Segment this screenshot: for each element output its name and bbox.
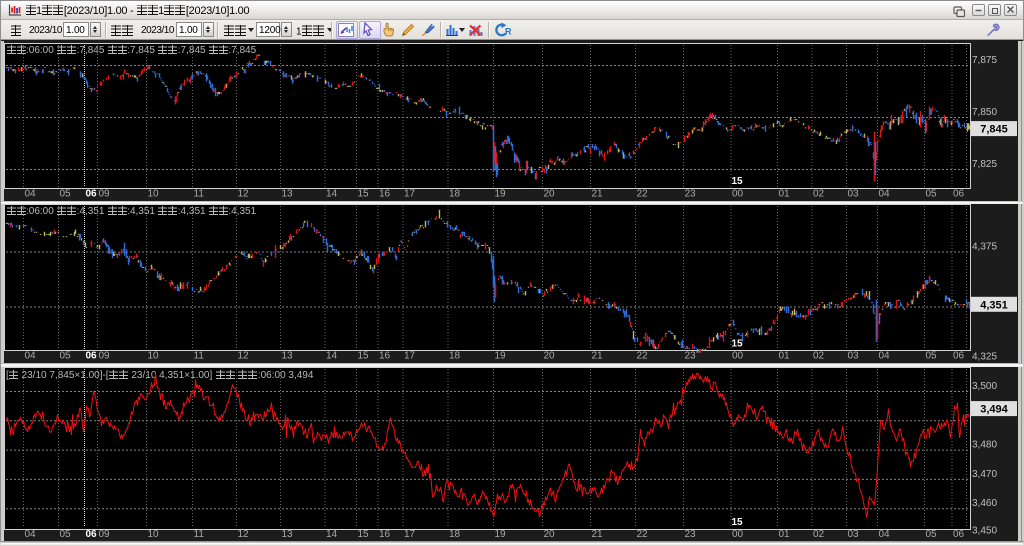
svg-text:02: 02 — [813, 529, 825, 540]
svg-text:01: 01 — [779, 351, 791, 362]
svg-text:04: 04 — [879, 189, 891, 200]
svg-text:19: 19 — [495, 351, 507, 362]
svg-text:20: 20 — [544, 351, 556, 362]
svg-text:16: 16 — [379, 351, 391, 362]
svg-text:05: 05 — [60, 529, 72, 540]
svg-text:05: 05 — [926, 189, 938, 200]
svg-text:04: 04 — [25, 529, 37, 540]
svg-text:11: 11 — [194, 529, 205, 540]
svg-text:23: 23 — [685, 529, 697, 540]
svg-text:01: 01 — [779, 189, 791, 200]
svg-text:3,500: 3,500 — [972, 381, 997, 392]
svg-text:7,875: 7,875 — [972, 55, 997, 66]
svg-text:14: 14 — [326, 189, 338, 200]
svg-text:04: 04 — [879, 529, 891, 540]
svg-text:02: 02 — [813, 351, 825, 362]
svg-text:15: 15 — [732, 176, 744, 187]
svg-text:13: 13 — [282, 351, 294, 362]
svg-text:20: 20 — [544, 529, 556, 540]
svg-text:3,450: 3,450 — [972, 526, 997, 537]
svg-text:19: 19 — [495, 189, 507, 200]
svg-text:13: 13 — [282, 529, 294, 540]
svg-text:4,325: 4,325 — [972, 352, 997, 363]
svg-text:06: 06 — [86, 529, 98, 540]
svg-text:19: 19 — [495, 529, 507, 540]
svg-text:22: 22 — [637, 529, 649, 540]
svg-text:15: 15 — [732, 517, 744, 528]
svg-text:11: 11 — [194, 351, 205, 362]
svg-text:10: 10 — [148, 529, 160, 540]
svg-text:21: 21 — [592, 189, 604, 200]
svg-text:3,480: 3,480 — [972, 440, 997, 451]
svg-text:09: 09 — [99, 529, 111, 540]
svg-text:15: 15 — [732, 339, 744, 350]
svg-text:05: 05 — [926, 351, 938, 362]
svg-text:06: 06 — [86, 189, 98, 200]
svg-text:3,460: 3,460 — [972, 498, 997, 509]
svg-text:12: 12 — [238, 189, 250, 200]
svg-text:05: 05 — [60, 351, 72, 362]
svg-text:00: 00 — [732, 529, 744, 540]
svg-text:18: 18 — [449, 189, 461, 200]
svg-text:17: 17 — [404, 351, 416, 362]
svg-text:7,825: 7,825 — [972, 159, 997, 170]
svg-text:03: 03 — [848, 351, 860, 362]
svg-text:21: 21 — [592, 351, 604, 362]
svg-text:16: 16 — [379, 529, 391, 540]
svg-text:10: 10 — [148, 351, 160, 362]
svg-text:21: 21 — [592, 529, 604, 540]
svg-text:13: 13 — [282, 189, 294, 200]
svg-text:15: 15 — [358, 189, 370, 200]
svg-text:18: 18 — [449, 351, 461, 362]
svg-text:18: 18 — [449, 529, 461, 540]
svg-text:03: 03 — [848, 529, 860, 540]
svg-text:3,494: 3,494 — [980, 404, 1008, 416]
svg-text:3,470: 3,470 — [972, 469, 997, 480]
svg-text:06: 06 — [953, 529, 965, 540]
svg-text:14: 14 — [326, 529, 338, 540]
svg-text:01: 01 — [779, 529, 791, 540]
svg-text:4,375: 4,375 — [972, 242, 997, 253]
svg-text:10: 10 — [148, 189, 160, 200]
svg-text:04: 04 — [25, 351, 37, 362]
svg-text:12: 12 — [238, 351, 250, 362]
svg-text:06: 06 — [953, 189, 965, 200]
svg-text:02: 02 — [813, 189, 825, 200]
svg-text:23: 23 — [685, 189, 697, 200]
svg-text:20: 20 — [544, 189, 556, 200]
svg-text:22: 22 — [637, 189, 649, 200]
svg-text:05: 05 — [60, 189, 72, 200]
svg-text:14: 14 — [326, 351, 338, 362]
svg-text:00: 00 — [732, 189, 744, 200]
svg-text:22: 22 — [637, 351, 649, 362]
svg-text:15: 15 — [358, 351, 370, 362]
svg-text:7,850: 7,850 — [972, 107, 997, 118]
svg-text:17: 17 — [404, 189, 416, 200]
svg-text:04: 04 — [879, 351, 891, 362]
svg-text:15: 15 — [358, 529, 370, 540]
svg-text:03: 03 — [848, 189, 860, 200]
svg-text:04: 04 — [25, 189, 37, 200]
svg-text:11: 11 — [194, 189, 205, 200]
svg-text:06: 06 — [86, 351, 98, 362]
svg-text:09: 09 — [99, 351, 111, 362]
svg-text:00: 00 — [732, 351, 744, 362]
svg-text:17: 17 — [404, 529, 416, 540]
svg-text:7,845: 7,845 — [980, 124, 1008, 136]
svg-text:4,351: 4,351 — [980, 299, 1008, 311]
svg-text:16: 16 — [379, 189, 391, 200]
svg-text:23: 23 — [685, 351, 697, 362]
svg-text:05: 05 — [926, 529, 938, 540]
svg-text:09: 09 — [99, 189, 111, 200]
svg-text:12: 12 — [238, 529, 250, 540]
svg-text:06: 06 — [953, 351, 965, 362]
